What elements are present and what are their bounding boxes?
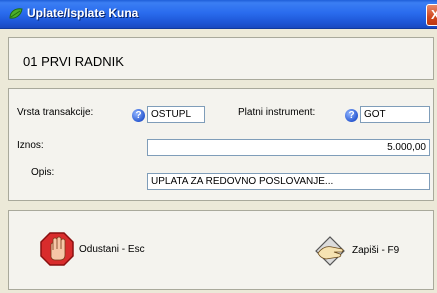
payment-instrument-lookup-icon[interactable]: ?	[345, 109, 358, 122]
title-bar[interactable]: Uplate/Isplate Kuna X	[0, 0, 437, 29]
cancel-button[interactable]: Odustani - Esc	[39, 231, 145, 267]
form-panel: Vrsta transakcije: ? OSTUPL Platni instr…	[8, 88, 434, 201]
amount-field[interactable]: 5.000,00	[147, 139, 430, 156]
transaction-type-field[interactable]: OSTUPL	[147, 106, 205, 123]
footer-panel: Odustani - Esc Zapiši - F9	[8, 210, 434, 290]
payment-instrument-label: Platni instrument:	[238, 107, 316, 118]
save-button[interactable]: Zapiši - F9	[312, 233, 399, 267]
description-field[interactable]: UPLATA ZA REDOVNO POSLOVANJE...	[147, 173, 430, 190]
employee-title: 01 PRVI RADNIK	[23, 54, 124, 69]
save-button-label: Zapiši - F9	[352, 244, 400, 256]
header-panel: 01 PRVI RADNIK	[8, 37, 434, 80]
transaction-type-label: Vrsta transakcije:	[17, 107, 94, 118]
save-hand-icon	[315, 236, 345, 266]
amount-label: Iznos:	[17, 140, 44, 151]
leaf-app-icon	[9, 8, 23, 19]
description-label: Opis:	[31, 167, 55, 178]
cancel-button-label: Odustani - Esc	[79, 243, 145, 255]
transaction-type-lookup-icon[interactable]: ?	[132, 109, 145, 122]
close-button[interactable]: X	[426, 4, 437, 26]
window-title: Uplate/Isplate Kuna	[27, 6, 139, 20]
payment-instrument-field[interactable]: GOT	[360, 106, 430, 123]
stop-hand-icon	[40, 232, 74, 266]
